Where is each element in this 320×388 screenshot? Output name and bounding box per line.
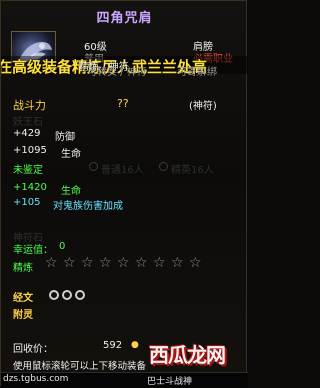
bonus-value: +105 — [13, 197, 41, 208]
ghost-option: 普通16人 — [101, 165, 144, 176]
refine-star-icon: ☆ — [45, 255, 58, 271]
ghost-option: 精英16人 — [171, 165, 214, 176]
refine-star-icon: ☆ — [81, 255, 94, 271]
recycle-label: 回收价： — [13, 344, 53, 355]
ghost-radio — [89, 162, 98, 171]
stat-value: +1095 — [13, 145, 47, 156]
power-value: ?? — [117, 97, 129, 110]
ghost-radio — [159, 162, 168, 171]
luck-value: 0 — [59, 241, 66, 252]
meridian-slot-icon — [49, 290, 59, 300]
bonus-value: +1420 — [13, 182, 47, 193]
refine-star-icon: ☆ — [135, 255, 148, 271]
meridian-label: 经文 — [13, 293, 33, 304]
item-name: 四角咒肩 — [96, 11, 153, 26]
luck-label: 幸运值： — [13, 245, 53, 256]
stat-label: 生命 — [61, 149, 81, 160]
item-bind-status: 可寄解绑 — [177, 67, 217, 78]
power-label: 战斗力 — [13, 99, 46, 112]
watermark-url: dzs.tgbus.com — [3, 374, 69, 384]
coin-icon: ● — [131, 340, 139, 350]
stat-label: 防御 — [55, 132, 75, 143]
refine-star-icon: ☆ — [99, 255, 112, 271]
bonus-label: 对鬼族伤害加成 — [53, 201, 123, 212]
bonus-label: 生命 — [61, 186, 81, 197]
ghost-header: 妖王石 — [13, 117, 43, 128]
item-tradable: 可转卖 / 神符 — [87, 67, 147, 78]
watermark-site: 巴士斗战神 — [147, 377, 193, 387]
refine-label: 精炼 — [13, 263, 33, 274]
refine-star-icon: ☆ — [171, 255, 184, 271]
refine-star-icon: ☆ — [189, 255, 202, 271]
refine-star-icon: ☆ — [63, 255, 76, 271]
refine-star-icon: ☆ — [117, 255, 130, 271]
scroll-hint: 使用鼠标滚轮可以上下移动装备 — [13, 361, 147, 372]
site-logo: 西瓜龙网 — [149, 339, 245, 373]
meridian-slot-icon — [62, 290, 72, 300]
item-tooltip: 四角咒肩 60级 肩膀 普用 必需职业 在高级装备精炼厉人武兰兰处高 精炼 / … — [0, 0, 248, 388]
attach-label: 附灵 — [13, 310, 33, 321]
meridian-slot-icon — [75, 290, 85, 300]
unidentified-label: 未鉴定 — [13, 165, 43, 176]
recycle-value: 592 — [103, 340, 123, 351]
stat-value: +429 — [13, 128, 41, 139]
logo-text: 西瓜龙网 — [149, 343, 226, 367]
power-tag: (神符) — [189, 101, 217, 112]
refine-star-icon: ☆ — [153, 255, 166, 271]
